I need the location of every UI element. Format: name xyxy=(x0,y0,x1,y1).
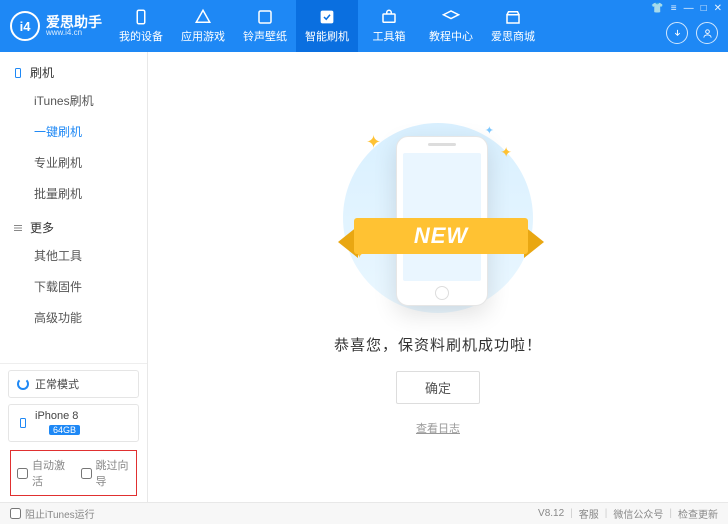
new-ribbon: NEW xyxy=(354,218,528,254)
user-icon[interactable] xyxy=(696,22,718,44)
phone-icon xyxy=(132,8,150,26)
flash-icon xyxy=(318,8,336,26)
device-card[interactable]: iPhone 8 64GB xyxy=(8,404,139,442)
apps-icon xyxy=(194,8,212,26)
nav-ring-wall[interactable]: 铃声壁纸 xyxy=(234,0,296,52)
options-highlight: 自动激活 跳过向导 xyxy=(10,450,137,496)
sidebar-item-other-tools[interactable]: 其他工具 xyxy=(0,240,147,271)
nav-toolbox[interactable]: 工具箱 xyxy=(358,0,420,52)
sparkle-icon: ✦ xyxy=(485,124,494,137)
sidebar-item-pro-flash[interactable]: 专业刷机 xyxy=(0,147,147,178)
success-illustration: ✦ ✦ ✦ ✦ NEW xyxy=(338,118,538,318)
phone-small-icon xyxy=(17,416,29,430)
sidebar-item-advanced[interactable]: 高级功能 xyxy=(0,302,147,333)
star-icon: ✦ xyxy=(366,132,381,153)
close-icon[interactable]: ✕ xyxy=(714,3,722,14)
brand-logo: i4 爱思助手 www.i4.cn xyxy=(0,11,110,41)
download-icon[interactable] xyxy=(666,22,688,44)
sidebar-item-one-click-flash[interactable]: 一键刷机 xyxy=(0,116,147,147)
nav-apps-games[interactable]: 应用游戏 xyxy=(172,0,234,52)
nav-store[interactable]: 爱思商城 xyxy=(482,0,544,52)
device-storage-badge: 64GB xyxy=(49,425,80,435)
window-controls: 👕 ≡ — □ ✕ xyxy=(651,3,722,14)
graduation-icon xyxy=(442,8,460,26)
sidebar-item-itunes-flash[interactable]: iTunes刷机 xyxy=(0,85,147,116)
device-mode[interactable]: 正常模式 xyxy=(8,370,139,398)
maximize-icon[interactable]: □ xyxy=(701,3,707,14)
view-log-link[interactable]: 查看日志 xyxy=(416,420,460,436)
minimize-icon[interactable]: — xyxy=(684,3,694,14)
skin-icon[interactable]: 👕 xyxy=(651,3,663,14)
ok-button[interactable]: 确定 xyxy=(396,371,480,404)
spinner-icon xyxy=(17,378,29,390)
sidebar-group-flash: 刷机 xyxy=(0,60,147,85)
device-icon xyxy=(12,67,24,79)
logo-icon: i4 xyxy=(10,11,40,41)
sidebar-item-download-fw[interactable]: 下载固件 xyxy=(0,271,147,302)
store-icon xyxy=(504,8,522,26)
wallpaper-icon xyxy=(256,8,274,26)
version-label: V8.12 xyxy=(538,508,564,519)
support-link[interactable]: 客服 xyxy=(579,506,599,521)
status-bar: 阻止iTunes运行 V8.12 | 客服 | 微信公众号 | 检查更新 xyxy=(0,502,728,524)
sidebar: 刷机 iTunes刷机 一键刷机 专业刷机 批量刷机 更多 其他工具 下载固件 … xyxy=(0,52,148,502)
sidebar-group-more: 更多 xyxy=(0,215,147,240)
check-update-link[interactable]: 检查更新 xyxy=(678,506,718,521)
block-itunes-checkbox[interactable]: 阻止iTunes运行 xyxy=(10,506,95,521)
app-header: i4 爱思助手 www.i4.cn 我的设备 应用游戏 铃声壁纸 智能刷机 工具… xyxy=(0,0,728,52)
skip-guide-checkbox[interactable]: 跳过向导 xyxy=(81,457,131,489)
success-message: 恭喜您，保资料刷机成功啦！ xyxy=(334,334,542,355)
toolbox-icon xyxy=(380,8,398,26)
auto-activate-checkbox[interactable]: 自动激活 xyxy=(17,457,67,489)
menu-lines-icon xyxy=(12,222,24,234)
nav-my-device[interactable]: 我的设备 xyxy=(110,0,172,52)
nav-tutorial[interactable]: 教程中心 xyxy=(420,0,482,52)
nav-flash[interactable]: 智能刷机 xyxy=(296,0,358,52)
main-panel: ✦ ✦ ✦ ✦ NEW 恭喜您，保资料刷机成功啦！ 确定 查看日志 xyxy=(148,52,728,502)
brand-subtitle: www.i4.cn xyxy=(46,29,102,37)
brand-title: 爱思助手 xyxy=(46,15,102,29)
menu-icon[interactable]: ≡ xyxy=(671,3,677,14)
top-nav: 我的设备 应用游戏 铃声壁纸 智能刷机 工具箱 教程中心 爱思商城 xyxy=(110,0,544,52)
star-icon: ✦ xyxy=(500,144,512,161)
device-name: iPhone 8 xyxy=(35,410,80,422)
wechat-link[interactable]: 微信公众号 xyxy=(613,506,663,521)
sidebar-item-batch-flash[interactable]: 批量刷机 xyxy=(0,178,147,209)
